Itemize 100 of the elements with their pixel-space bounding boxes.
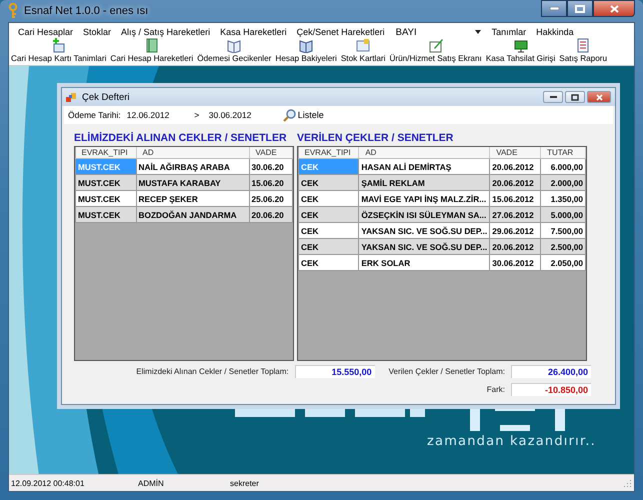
table-cell: 20.06.2012 xyxy=(490,174,541,190)
menu-item[interactable]: Kasa Hareketleri xyxy=(215,27,292,37)
table-cell: YAKSAN SIC. VE SOĞ.SU DEP... xyxy=(358,238,490,254)
maximize-icon xyxy=(571,94,579,100)
minimize-icon xyxy=(550,7,558,10)
minimize-button[interactable] xyxy=(543,91,563,103)
table-cell: CEK xyxy=(298,206,359,222)
close-icon xyxy=(610,4,618,12)
book-icon xyxy=(298,38,314,53)
menu-item[interactable]: Stoklar xyxy=(78,27,116,37)
table-cell: 25.06.20 xyxy=(249,190,292,206)
table-cell: 2.000,00 xyxy=(540,174,586,190)
status-text: 12.09.2012 00:48:01 xyxy=(10,478,86,488)
column-header[interactable]: TUTAR xyxy=(540,147,586,158)
table-cell: 7.500,00 xyxy=(540,222,586,238)
toolbar-button[interactable]: Ödemesi Gecikenler xyxy=(195,38,274,65)
table-cell: 2.500,00 xyxy=(540,238,586,254)
table-cell: 27.06.2012 xyxy=(490,206,541,222)
total-field: 26.400,00 xyxy=(511,365,591,378)
table-cell: NAİL AĞIRBAŞ ARABA xyxy=(136,158,249,174)
minimize-button[interactable] xyxy=(541,0,567,17)
table-cell: 30.06.20 xyxy=(249,158,292,174)
close-button[interactable] xyxy=(593,0,635,17)
menu-item[interactable]: Hakkinda xyxy=(531,27,579,37)
book-icon xyxy=(226,38,242,53)
close-icon xyxy=(596,94,602,100)
column-header[interactable]: AD xyxy=(358,147,490,158)
minimize-icon xyxy=(550,96,556,98)
column-header[interactable]: VADE xyxy=(490,147,541,158)
table-cell: ÖZSEÇKİN ISI SÜLEYMAN SA... xyxy=(358,206,490,222)
table-cell: 20.06.20 xyxy=(249,206,292,222)
table-cell: CEK xyxy=(298,174,359,190)
toolbar-button[interactable]: Satış Raporu xyxy=(557,38,610,65)
table-cell: 15.06.2012 xyxy=(490,190,541,206)
menu-item[interactable]: Cari Hesaplar xyxy=(13,27,78,37)
table-cell: MUST.CEK xyxy=(76,190,136,206)
column-header[interactable]: EVRAK_TIPI xyxy=(76,147,136,158)
menu-item[interactable]: Çek/Senet Hareketleri xyxy=(292,27,390,37)
menu-item[interactable]: Alış / Satış Hareketleri xyxy=(116,27,216,37)
close-button[interactable] xyxy=(587,91,611,103)
table-cell: 15.06.20 xyxy=(249,174,292,190)
status-text: sekreter xyxy=(229,478,259,488)
menu-item[interactable]: Tanımlar xyxy=(486,27,532,37)
tagline: zamandan kazandırır.. xyxy=(427,434,596,449)
table-cell: MUST.CEK xyxy=(76,158,136,174)
book-icon xyxy=(144,38,160,53)
card-icon xyxy=(50,38,67,53)
caret-icon xyxy=(474,30,481,34)
table-cell: YAKSAN SIC. VE SOĞ.SU DEP... xyxy=(358,222,490,238)
toolbar-button[interactable]: Ürün/Hizmet Satış Ekranı xyxy=(387,38,484,65)
date-label: Ödeme Tarihi: xyxy=(68,110,121,120)
window-title: Çek Defteri xyxy=(82,92,130,102)
table-cell: 20.06.2012 xyxy=(490,238,541,254)
total-label: Fark: xyxy=(486,385,505,394)
monitor-icon xyxy=(512,38,529,53)
column-header[interactable]: EVRAK_TIPI xyxy=(298,147,359,158)
table-cell: 20.06.2012 xyxy=(490,158,541,174)
table-cell: MUST.CEK xyxy=(76,206,136,222)
card-icon xyxy=(355,38,372,53)
table-cell: CEK xyxy=(298,254,359,270)
panel-heading: VERİLEN ÇEKLER / SENETLER xyxy=(297,132,454,146)
table-cell: CEK xyxy=(298,158,359,174)
maximize-button[interactable] xyxy=(567,0,593,17)
table-cell: 5.000,00 xyxy=(540,206,586,222)
table-cell: MUSTAFA KARABAY xyxy=(136,174,249,190)
table-cell: CEK xyxy=(298,238,359,254)
table-cell: HASAN ALİ DEMİRTAŞ xyxy=(358,158,490,174)
key-icon xyxy=(8,3,18,19)
toolbar-button[interactable]: Cari Hesap Kartı Tanimlari xyxy=(9,38,108,65)
toolbar-button[interactable]: Kasa Tahsilat Girişi xyxy=(484,38,558,65)
table-cell: ŞAMİL REKLAM xyxy=(358,174,490,190)
total-label: Verilen Çekler / Senetler Toplam: xyxy=(388,367,505,376)
table-cell: MAVİ EGE YAPI İNŞ MALZ.ZİR... xyxy=(358,190,490,206)
toolbar-button[interactable]: Hesap Bakiyeleri xyxy=(273,38,339,65)
toolbar-button[interactable]: Cari Hesap Hareketleri xyxy=(108,38,196,65)
list-button[interactable]: Listele xyxy=(280,108,326,122)
panel-heading: ELİMİZDEKİ ALINAN CEKLER / SENETLER xyxy=(74,132,288,146)
app-icon xyxy=(66,92,77,102)
window-title: Esnaf Net 1.0.0 - enes ısı xyxy=(24,5,148,17)
table-cell: RECEP ŞEKER xyxy=(136,190,249,206)
status-text: ADMİN xyxy=(137,478,165,488)
search-icon xyxy=(282,108,296,122)
table-cell: ERK SOLAR xyxy=(358,254,490,270)
column-header[interactable]: VADE xyxy=(249,147,292,158)
table-cell: 2.050,00 xyxy=(540,254,586,270)
column-header[interactable]: AD xyxy=(136,147,249,158)
table-cell: 30.06.2012 xyxy=(490,254,541,270)
maximize-button[interactable] xyxy=(565,91,585,103)
maximize-icon xyxy=(575,4,585,12)
total-label: Elimizdeki Alınan Cekler / Senetler Toplam: xyxy=(136,367,289,376)
table-cell: MUST.CEK xyxy=(76,174,136,190)
table-cell: 6.000,00 xyxy=(540,158,586,174)
total-field: 15.550,00 xyxy=(294,365,375,378)
table-cell: CEK xyxy=(298,222,359,238)
resize-grip-icon[interactable] xyxy=(624,479,632,487)
table-cell: 29.06.2012 xyxy=(490,222,541,238)
total-field: -10.850,00 xyxy=(511,383,591,396)
toolbar-button[interactable]: Stok Kartlari xyxy=(338,38,388,65)
table-cell: 1.350,00 xyxy=(540,190,586,206)
table-cell: BOZDOĞAN JANDARMA xyxy=(136,206,249,222)
